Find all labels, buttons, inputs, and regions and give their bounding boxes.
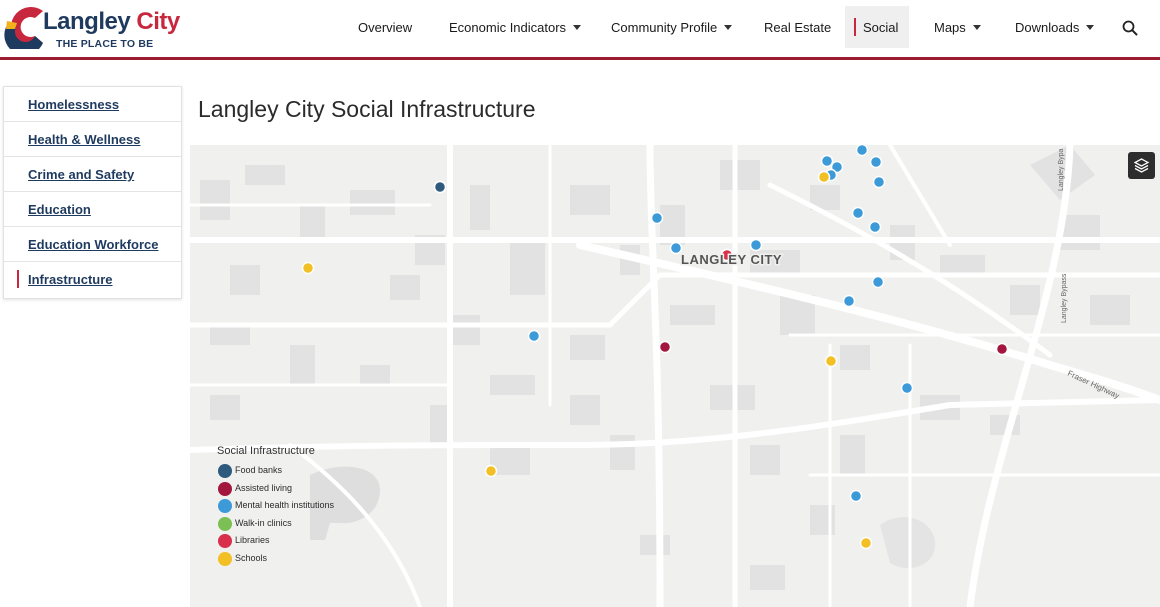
sidebar-link[interactable]: Education bbox=[28, 202, 91, 217]
legend-label: Libraries bbox=[235, 535, 270, 546]
legend-swatch bbox=[218, 464, 232, 478]
logo-tagline: THE PLACE TO BE bbox=[56, 38, 154, 50]
sidebar-link[interactable]: Education Workforce bbox=[28, 237, 159, 252]
map-road-label-bypass-top: Langley Bypa bbox=[1058, 148, 1065, 191]
sidebar-item-health-wellness[interactable]: Health & Wellness bbox=[4, 122, 181, 157]
nav-item-overview[interactable]: Overview bbox=[358, 6, 412, 48]
sidebar-link[interactable]: Homelessness bbox=[28, 97, 119, 112]
social-infrastructure-map[interactable]: LANGLEY CITY Fraser Highway Langley Bypa… bbox=[190, 145, 1160, 607]
nav-label: Real Estate bbox=[764, 19, 832, 35]
nav-item-community-profile[interactable]: Community Profile bbox=[611, 6, 733, 48]
caret-down-icon bbox=[1086, 24, 1095, 30]
sidebar-link[interactable]: Infrastructure bbox=[28, 272, 113, 287]
sidebar-item-homelessness[interactable]: Homelessness bbox=[4, 87, 181, 122]
sidebar-item-education[interactable]: Education bbox=[4, 192, 181, 227]
legend-item: Assisted living bbox=[217, 481, 397, 499]
legend-item: Libraries bbox=[217, 533, 397, 551]
nav-label: Community Profile bbox=[611, 19, 718, 35]
nav-label: Social bbox=[863, 19, 899, 35]
nav-label: Downloads bbox=[1015, 19, 1080, 35]
legend-item: Walk-in clinics bbox=[217, 516, 397, 534]
site-header: Langley City THE PLACE TO BE Overview Ec… bbox=[0, 0, 1160, 60]
sidebar-item-infrastructure[interactable]: Infrastructure bbox=[4, 262, 181, 297]
logo-word-langley: Langley bbox=[43, 8, 131, 35]
nav-item-maps[interactable]: Maps bbox=[934, 6, 981, 48]
legend-label: Walk-in clinics bbox=[235, 517, 292, 528]
sidebar-item-education-workforce[interactable]: Education Workforce bbox=[4, 227, 181, 262]
sidebar-link[interactable]: Crime and Safety bbox=[28, 167, 134, 182]
nav-item-economic-indicators[interactable]: Economic Indicators bbox=[449, 6, 582, 48]
map-city-label: LANGLEY CITY bbox=[681, 252, 782, 267]
legend-swatch bbox=[218, 481, 232, 496]
legend-swatch bbox=[218, 534, 232, 549]
legend-label: Assisted living bbox=[235, 482, 293, 493]
legend-swatch bbox=[218, 516, 232, 531]
caret-down-icon bbox=[972, 24, 981, 30]
legend-item: Schools bbox=[217, 551, 397, 569]
legend-swatch bbox=[218, 551, 232, 566]
nav-item-downloads[interactable]: Downloads bbox=[1015, 6, 1095, 48]
map-road-label-bypass-mid: Langley Bypass bbox=[1061, 273, 1068, 323]
nav-item-social[interactable]: Social bbox=[845, 6, 909, 48]
legend-label: Mental health institutions bbox=[235, 500, 335, 511]
sidebar-item-crime-safety[interactable]: Crime and Safety bbox=[4, 157, 181, 192]
nav-label: Maps bbox=[934, 19, 966, 35]
nav-item-real-estate[interactable]: Real Estate bbox=[764, 6, 831, 48]
sidebar-link[interactable]: Health & Wellness bbox=[28, 132, 140, 147]
layers-toggle-button[interactable] bbox=[1128, 152, 1155, 179]
section-sidebar: Homelessness Health & Wellness Crime and… bbox=[3, 86, 182, 299]
logo-wordmark: Langley City bbox=[43, 8, 180, 36]
logo-mark-icon bbox=[4, 7, 44, 49]
nav-label: Overview bbox=[358, 19, 413, 35]
legend-item: Food banks bbox=[217, 463, 397, 481]
map-legend: Social Infrastructure Food banks Assiste… bbox=[217, 445, 397, 569]
legend-label: Schools bbox=[235, 552, 268, 563]
legend-swatch bbox=[218, 499, 232, 514]
layers-icon bbox=[1133, 158, 1150, 173]
site-logo[interactable]: Langley City THE PLACE TO BE bbox=[3, 5, 180, 51]
caret-down-icon bbox=[573, 24, 582, 30]
search-icon[interactable] bbox=[1121, 19, 1139, 37]
legend-title: Social Infrastructure bbox=[217, 445, 315, 457]
legend-label: Food banks bbox=[235, 465, 283, 475]
legend-item: Mental health institutions bbox=[217, 498, 397, 516]
nav-label: Economic Indicators bbox=[449, 19, 567, 35]
caret-down-icon bbox=[724, 24, 733, 30]
page-title: Langley City Social Infrastructure bbox=[198, 96, 536, 122]
logo-word-city: City bbox=[136, 8, 180, 35]
